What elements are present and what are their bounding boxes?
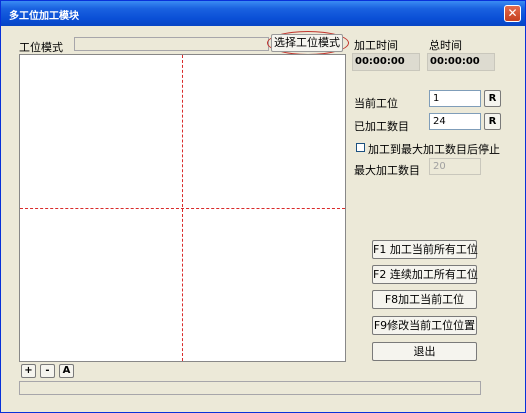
reset-count-button[interactable]: R: [484, 113, 501, 130]
process-time-label: 加工时间: [354, 39, 398, 52]
mode-display-field: [74, 37, 269, 51]
horizontal-divider: [20, 208, 345, 209]
current-station-input[interactable]: 1: [429, 90, 481, 107]
title-bar: 多工位加工模块 ✕: [1, 1, 525, 26]
auto-fit-button[interactable]: A: [59, 364, 74, 378]
exit-button[interactable]: 退出: [372, 342, 477, 361]
reset-station-button[interactable]: R: [484, 90, 501, 107]
zoom-out-button[interactable]: -: [40, 364, 55, 378]
status-bar: [19, 381, 481, 395]
current-station-label: 当前工位: [354, 97, 398, 110]
stop-at-max-checkbox[interactable]: [356, 143, 365, 152]
main-window: 多工位加工模块 ✕ 工位模式 选择工位模式 加工时间 总时间 00:00:00 …: [0, 0, 526, 413]
close-button[interactable]: ✕: [504, 5, 521, 22]
close-icon: ✕: [507, 6, 518, 20]
max-count-input[interactable]: 20: [429, 158, 481, 175]
zoom-in-button[interactable]: +: [21, 364, 36, 378]
total-time-label: 总时间: [429, 39, 462, 52]
processed-count-input[interactable]: 24: [429, 113, 481, 130]
station-canvas[interactable]: [19, 54, 346, 362]
total-time-value: 00:00:00: [427, 53, 495, 71]
stop-at-max-label: 加工到最大加工数目后停止: [368, 143, 500, 156]
window-title: 多工位加工模块: [9, 11, 79, 22]
select-mode-button[interactable]: 选择工位模式: [271, 34, 343, 52]
process-current-station-button[interactable]: F8加工当前工位: [372, 290, 477, 309]
process-time-value: 00:00:00: [352, 53, 420, 71]
continuous-process-button[interactable]: F2 连续加工所有工位: [372, 265, 478, 284]
edit-station-position-button[interactable]: F9修改当前工位位置: [372, 316, 477, 335]
process-all-stations-button[interactable]: F1 加工当前所有工位: [372, 240, 478, 259]
processed-count-label: 已加工数目: [354, 120, 409, 133]
mode-label: 工位模式: [19, 41, 63, 54]
max-count-label: 最大加工数目: [354, 164, 420, 177]
